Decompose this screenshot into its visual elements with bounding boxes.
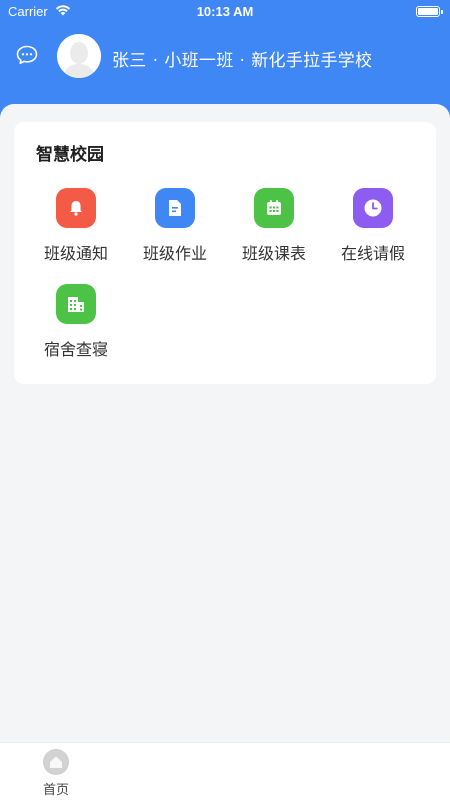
separator: · (239, 51, 246, 71)
tab-home-label: 首页 (42, 783, 69, 798)
bell-icon (70, 201, 82, 216)
calendar-icon (267, 200, 281, 215)
tile-bg (155, 188, 195, 228)
tile-bg (56, 188, 96, 228)
user-silhouette-icon (57, 34, 101, 78)
tile-bg (353, 188, 393, 228)
item-label: 班级作业 (142, 244, 207, 263)
class-homework-button[interactable]: 班级作业 (125, 188, 225, 268)
dorm-check-button[interactable]: 宿舍查寝 (26, 284, 126, 364)
class-timetable-button[interactable]: 班级课表 (224, 188, 324, 268)
online-leave-button[interactable]: 在线请假 (323, 188, 423, 268)
status-time: 10:13 AM (196, 4, 254, 19)
profile-info: 张三 · 小班一班 · 新化手拉手学校 (112, 46, 372, 71)
class-name: 小班一班 (164, 51, 234, 71)
tile-bg (254, 188, 294, 228)
tab-home[interactable]: 首页 (32, 749, 80, 798)
home-icon (43, 749, 69, 775)
document-icon (169, 200, 181, 216)
smart-campus-card: 智慧校园 班级通知 班级作业 班级课表 在线请假 宿舍查寝 (14, 122, 436, 384)
item-label: 宿舍查寝 (43, 340, 108, 359)
item-label: 班级课表 (241, 244, 306, 263)
class-notice-button[interactable]: 班级通知 (26, 188, 126, 268)
avatar[interactable] (57, 34, 101, 78)
tile-bg (56, 284, 96, 324)
separator: · (152, 51, 159, 71)
school-name: 新化手拉手学校 (251, 51, 373, 71)
tab-bar: 首页 (0, 742, 450, 800)
status-bar: Carrier 10:13 AM (0, 0, 450, 24)
clock-icon (364, 199, 382, 217)
building-icon (68, 297, 84, 312)
student-name: 张三 (112, 51, 147, 71)
battery-icon (416, 6, 443, 17)
card-title: 智慧校园 (36, 145, 104, 165)
item-label: 班级通知 (43, 244, 108, 263)
message-icon[interactable] (16, 45, 38, 65)
item-label: 在线请假 (340, 244, 405, 263)
